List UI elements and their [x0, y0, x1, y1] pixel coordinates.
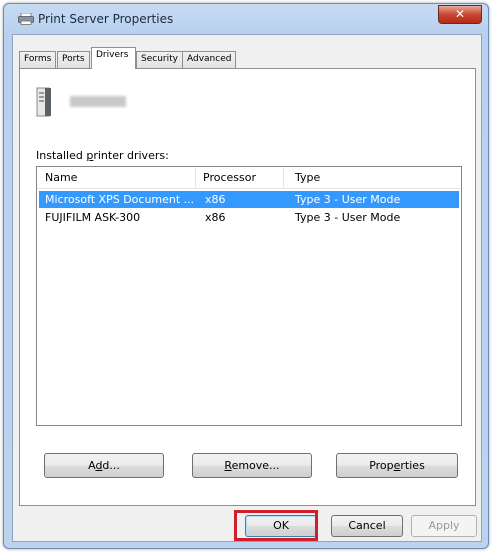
column-divider[interactable] [195, 168, 196, 188]
column-header-type[interactable]: Type [295, 171, 320, 184]
column-header-processor[interactable]: Processor [203, 171, 256, 184]
cancel-button[interactable]: Cancel [331, 515, 403, 537]
apply-button[interactable]: Apply [411, 515, 477, 537]
driver-row-microsoft-xps[interactable]: Microsoft XPS Document ... x86 Type 3 - … [39, 191, 459, 208]
printer-icon [18, 13, 34, 25]
column-divider[interactable] [283, 168, 284, 188]
tab-security[interactable]: Security [136, 51, 183, 68]
add-driver-label-post: d... [102, 459, 120, 472]
server-tower-icon [36, 87, 51, 117]
installed-drivers-label: Installed printer drivers: [36, 149, 169, 162]
driver-name: Microsoft XPS Document ... [45, 193, 195, 206]
tab-advanced[interactable]: Advanced [182, 51, 237, 68]
list-header: Name Processor Type [37, 167, 461, 189]
dialog-body: Forms Ports Drivers Security Advanced In… [12, 34, 482, 542]
driver-type: Type 3 - User Mode [295, 193, 401, 206]
add-driver-button[interactable]: Add... [44, 453, 164, 478]
remove-driver-button[interactable]: Remove... [192, 453, 312, 478]
drivers-tab-panel: Installed printer drivers: Name Processo… [19, 68, 476, 506]
tab-drivers[interactable]: Drivers [91, 47, 136, 69]
title-bar[interactable]: Print Server Properties ✕ [4, 4, 488, 34]
remove-driver-accesskey: R [224, 459, 232, 472]
tab-forms[interactable]: Forms [19, 51, 57, 68]
driver-properties-label-post: rties [400, 459, 425, 472]
driver-processor: x86 [205, 193, 226, 206]
window-title: Print Server Properties [38, 12, 174, 26]
driver-properties-label-pre: Prop [369, 459, 394, 472]
printer-drivers-list[interactable]: Name Processor Type Microsoft XPS Docume… [36, 166, 462, 426]
driver-row-fujifilm-ask-300[interactable]: FUJIFILM ASK-300 x86 Type 3 - User Mode [39, 209, 459, 226]
close-icon: ✕ [454, 7, 466, 21]
driver-name: FUJIFILM ASK-300 [45, 211, 141, 224]
print-server-properties-window: Print Server Properties ✕ Forms Ports Dr… [3, 3, 489, 549]
tab-ports[interactable]: Ports [57, 51, 90, 68]
column-header-name[interactable]: Name [45, 171, 77, 184]
driver-processor: x86 [205, 211, 226, 224]
server-name-redacted [70, 96, 126, 107]
installed-drivers-label-pre: Installed [36, 149, 87, 162]
driver-properties-button[interactable]: Properties [336, 453, 458, 478]
driver-type: Type 3 - User Mode [295, 211, 401, 224]
installed-drivers-label-post: rinter drivers: [93, 149, 169, 162]
ok-button-highlight-box [234, 510, 318, 541]
close-button[interactable]: ✕ [438, 5, 482, 24]
remove-driver-label-post: emove... [231, 459, 280, 472]
